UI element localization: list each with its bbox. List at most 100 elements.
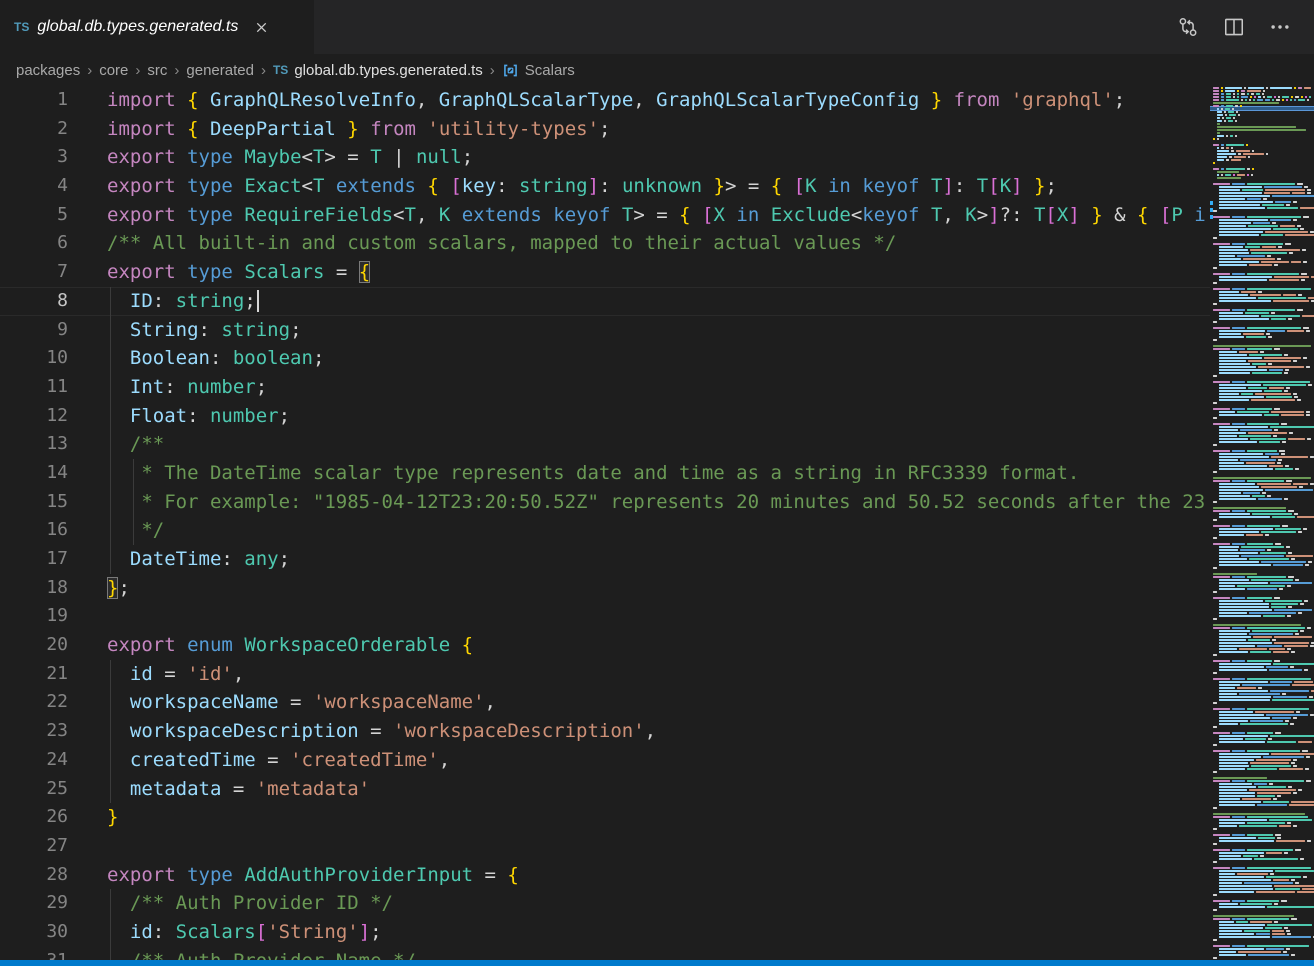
code-line-text: * The DateTime scalar type represents da… <box>90 459 1210 488</box>
code-line-text: Boolean: boolean; <box>90 344 1210 373</box>
line-number[interactable]: 22 <box>0 688 90 717</box>
code-line-text <box>90 602 1210 631</box>
breadcrumb-item[interactable]: Scalars <box>502 62 575 79</box>
minimap[interactable] <box>1210 86 1314 960</box>
code-line[interactable]: 2import { DeepPartial } from 'utility-ty… <box>0 115 1210 144</box>
breadcrumb-separator-icon: › <box>87 62 92 79</box>
code-line-text: }; <box>90 574 1210 603</box>
split-editor-icon[interactable] <box>1218 11 1250 43</box>
code-line[interactable]: 12 Float: number; <box>0 402 1210 431</box>
code-line[interactable]: 11 Int: number; <box>0 373 1210 402</box>
code-line[interactable]: 31 /** Auth Provider Name */ <box>0 947 1210 960</box>
breadcrumb-label: core <box>99 62 128 79</box>
line-number[interactable]: 21 <box>0 660 90 689</box>
code-line[interactable]: 20export enum WorkspaceOrderable { <box>0 631 1210 660</box>
indent-guide <box>110 775 111 804</box>
line-number[interactable]: 31 <box>0 947 90 960</box>
tab-global-db-types-generated-ts[interactable]: TS global.db.types.generated.ts <box>0 0 314 54</box>
code-line[interactable]: 9 String: string; <box>0 316 1210 345</box>
line-number[interactable]: 14 <box>0 459 90 488</box>
line-number[interactable]: 6 <box>0 229 90 258</box>
code-line[interactable]: 14 * The DateTime scalar type represents… <box>0 459 1210 488</box>
line-number[interactable]: 18 <box>0 574 90 603</box>
code-line[interactable]: 5export type RequireFields<T, K extends … <box>0 201 1210 230</box>
line-number[interactable]: 25 <box>0 775 90 804</box>
code-line[interactable]: 1import { GraphQLResolveInfo, GraphQLSca… <box>0 86 1210 115</box>
code-line[interactable]: 29 /** Auth Provider ID */ <box>0 889 1210 918</box>
code-line[interactable]: 19 <box>0 602 1210 631</box>
line-number[interactable]: 27 <box>0 832 90 861</box>
more-actions-icon[interactable] <box>1264 11 1296 43</box>
line-number[interactable]: 16 <box>0 516 90 545</box>
line-number[interactable]: 13 <box>0 430 90 459</box>
code-line-text <box>90 832 1210 861</box>
line-number[interactable]: 20 <box>0 631 90 660</box>
code-line[interactable]: 6/** All built-in and custom scalars, ma… <box>0 229 1210 258</box>
breadcrumb-label: global.db.types.generated.ts <box>294 62 482 79</box>
code-line[interactable]: 8 ID: string; <box>0 287 1210 316</box>
code-line[interactable]: 28export type AddAuthProviderInput = { <box>0 861 1210 890</box>
code-line[interactable]: 30 id: Scalars['String']; <box>0 918 1210 947</box>
breadcrumb-item[interactable]: packages <box>16 62 80 79</box>
breadcrumb-item[interactable]: TSglobal.db.types.generated.ts <box>273 62 483 79</box>
code-line[interactable]: 3export type Maybe<T> = T | null; <box>0 143 1210 172</box>
code-line-text: id = 'id', <box>90 660 1210 689</box>
line-number[interactable]: 15 <box>0 488 90 517</box>
code-line-text: ID: string; <box>90 287 1210 316</box>
breadcrumb-item[interactable]: core <box>99 62 128 79</box>
code-line-text: } <box>90 803 1210 832</box>
line-number[interactable]: 8 <box>0 287 90 316</box>
line-number[interactable]: 19 <box>0 602 90 631</box>
editor-tab-bar: TS global.db.types.generated.ts <box>0 0 1314 54</box>
code-line[interactable]: 16 */ <box>0 516 1210 545</box>
code-line[interactable]: 22 workspaceName = 'workspaceName', <box>0 688 1210 717</box>
code-line[interactable]: 15 * For example: "1985-04-12T23:20:50.5… <box>0 488 1210 517</box>
line-number[interactable]: 5 <box>0 201 90 230</box>
indent-guide <box>110 918 111 947</box>
breadcrumb: packages›core›src›generated›TSglobal.db.… <box>0 54 1314 86</box>
code-line[interactable]: 26} <box>0 803 1210 832</box>
code-line[interactable]: 27 <box>0 832 1210 861</box>
line-number[interactable]: 28 <box>0 861 90 890</box>
code-line-text: /** Auth Provider ID */ <box>90 889 1210 918</box>
code-line-text: id: Scalars['String']; <box>90 918 1210 947</box>
code-line[interactable]: 18}; <box>0 574 1210 603</box>
breadcrumb-item[interactable]: src <box>147 62 167 79</box>
code-line-text: workspaceDescription = 'workspaceDescrip… <box>90 717 1210 746</box>
line-number[interactable]: 29 <box>0 889 90 918</box>
code-line[interactable]: 25 metadata = 'metadata' <box>0 775 1210 804</box>
line-number[interactable]: 11 <box>0 373 90 402</box>
code-line-text: export type Maybe<T> = T | null; <box>90 143 1210 172</box>
code-editor[interactable]: 1import { GraphQLResolveInfo, GraphQLSca… <box>0 86 1314 960</box>
status-bar[interactable] <box>0 960 1314 966</box>
code-line[interactable]: 17 DateTime: any; <box>0 545 1210 574</box>
line-number[interactable]: 4 <box>0 172 90 201</box>
code-line[interactable]: 21 id = 'id', <box>0 660 1210 689</box>
code-line-text: export type RequireFields<T, K extends k… <box>90 201 1210 230</box>
line-number[interactable]: 9 <box>0 316 90 345</box>
line-number[interactable]: 2 <box>0 115 90 144</box>
line-number[interactable]: 10 <box>0 344 90 373</box>
open-changes-icon[interactable] <box>1172 11 1204 43</box>
line-number[interactable]: 12 <box>0 402 90 431</box>
code-line[interactable]: 10 Boolean: boolean; <box>0 344 1210 373</box>
breadcrumb-item[interactable]: generated <box>186 62 254 79</box>
line-number[interactable]: 30 <box>0 918 90 947</box>
code-line-text: /** All built-in and custom scalars, map… <box>90 229 1210 258</box>
line-number[interactable]: 3 <box>0 143 90 172</box>
line-number[interactable]: 26 <box>0 803 90 832</box>
line-number[interactable]: 1 <box>0 86 90 115</box>
line-number[interactable]: 24 <box>0 746 90 775</box>
line-number[interactable]: 23 <box>0 717 90 746</box>
code-line[interactable]: 23 workspaceDescription = 'workspaceDesc… <box>0 717 1210 746</box>
code-line[interactable]: 4export type Exact<T extends { [key: str… <box>0 172 1210 201</box>
close-icon[interactable] <box>250 16 272 38</box>
code-line[interactable]: 7export type Scalars = { <box>0 258 1210 287</box>
line-number[interactable]: 17 <box>0 545 90 574</box>
code-line[interactable]: 13 /** <box>0 430 1210 459</box>
code-line-text: * For example: "1985-04-12T23:20:50.52Z"… <box>90 488 1210 517</box>
line-number[interactable]: 7 <box>0 258 90 287</box>
indent-guide <box>110 947 111 960</box>
code-line[interactable]: 24 createdTime = 'createdTime', <box>0 746 1210 775</box>
breadcrumb-separator-icon: › <box>135 62 140 79</box>
